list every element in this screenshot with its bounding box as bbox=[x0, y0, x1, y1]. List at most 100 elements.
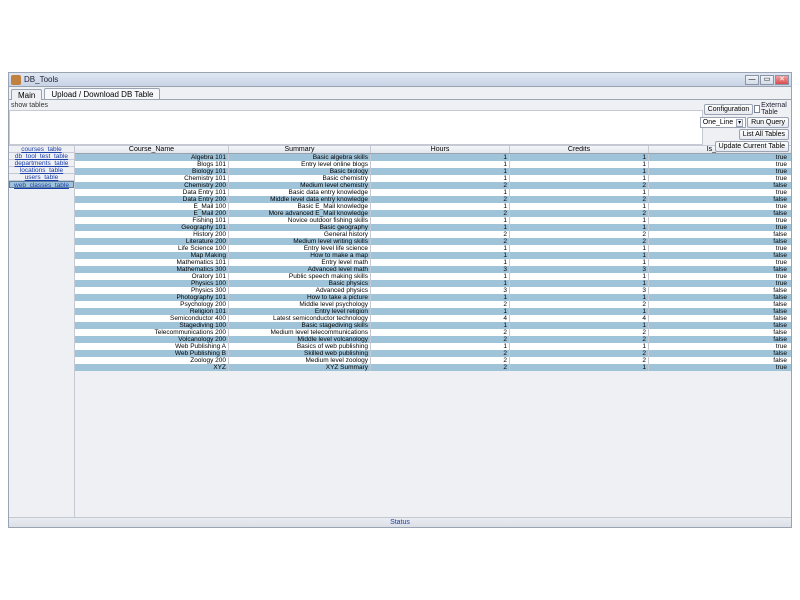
table-row[interactable]: Geography 101Basic geography11true bbox=[75, 224, 791, 231]
cell[interactable]: 2 bbox=[371, 364, 510, 371]
cell[interactable]: 2 bbox=[371, 357, 510, 364]
cell[interactable]: 1 bbox=[371, 168, 510, 175]
cell[interactable]: Medium level writing skills bbox=[229, 238, 371, 245]
cell[interactable]: 1 bbox=[371, 189, 510, 196]
cell[interactable]: 2 bbox=[371, 238, 510, 245]
column-header-Hours[interactable]: Hours bbox=[371, 146, 510, 153]
cell[interactable]: Basic data entry knowledge bbox=[229, 189, 371, 196]
cell[interactable]: Entry level life science bbox=[229, 245, 371, 252]
cell[interactable]: Chemistry 200 bbox=[75, 182, 229, 189]
cell[interactable]: Medium level telecommunications bbox=[229, 329, 371, 336]
cell[interactable]: true bbox=[649, 168, 789, 175]
sidebar-item-users_table[interactable]: users_table bbox=[9, 174, 74, 181]
cell[interactable]: true bbox=[649, 154, 789, 161]
cell[interactable]: 3 bbox=[371, 266, 510, 273]
list-all-tables-button[interactable]: List All Tables bbox=[739, 129, 789, 140]
cell[interactable]: false bbox=[649, 329, 789, 336]
cell[interactable]: Basic biology bbox=[229, 168, 371, 175]
cell[interactable]: Entry level online blogs bbox=[229, 161, 371, 168]
table-row[interactable]: Chemistry 101Basic chemistry11true bbox=[75, 175, 791, 182]
cell[interactable]: 1 bbox=[371, 175, 510, 182]
column-header-Credits[interactable]: Credits bbox=[510, 146, 649, 153]
cell[interactable]: Advanced physics bbox=[229, 287, 371, 294]
cell[interactable]: true bbox=[649, 224, 789, 231]
table-row[interactable]: Psychology 200Middle level psychology22f… bbox=[75, 301, 791, 308]
show-tables-area[interactable] bbox=[9, 110, 703, 145]
cell[interactable]: 2 bbox=[371, 196, 510, 203]
cell[interactable]: 1 bbox=[371, 273, 510, 280]
cell[interactable]: Mathematics 300 bbox=[75, 266, 229, 273]
table-row[interactable]: Physics 300Advanced physics33false bbox=[75, 287, 791, 294]
cell[interactable]: 1 bbox=[510, 308, 649, 315]
cell[interactable]: true bbox=[649, 217, 789, 224]
sidebar-item-web_classes_table[interactable]: web_classes_table bbox=[9, 181, 74, 188]
table-row[interactable]: Fishing 101Novice outdoor fishing skills… bbox=[75, 217, 791, 224]
cell[interactable]: 3 bbox=[371, 287, 510, 294]
cell[interactable]: 1 bbox=[510, 245, 649, 252]
cell[interactable]: Geography 101 bbox=[75, 224, 229, 231]
cell[interactable]: true bbox=[649, 280, 789, 287]
cell[interactable]: false bbox=[649, 301, 789, 308]
cell[interactable]: Entry level religion bbox=[229, 308, 371, 315]
table-row[interactable]: E_Mail 100Basic E_Mail knowledge11true bbox=[75, 203, 791, 210]
table-row[interactable]: Web Publishing ABasics of web publishing… bbox=[75, 343, 791, 350]
table-row[interactable]: Algebra 101Basic algebra skills11true bbox=[75, 154, 791, 161]
table-row[interactable]: Semiconductor 400Latest semiconductor te… bbox=[75, 315, 791, 322]
cell[interactable]: 2 bbox=[510, 350, 649, 357]
cell[interactable]: 2 bbox=[510, 210, 649, 217]
table-row[interactable]: Mathematics 300Advanced level math33fals… bbox=[75, 266, 791, 273]
table-row[interactable]: Mathematics 101Entry level math11true bbox=[75, 259, 791, 266]
table-row[interactable]: History 200General history22false bbox=[75, 231, 791, 238]
cell[interactable]: 1 bbox=[371, 280, 510, 287]
table-row[interactable]: XYZXYZ Summary21true bbox=[75, 364, 791, 371]
cell[interactable]: Map Making bbox=[75, 252, 229, 259]
column-header-Course_Name[interactable]: Course_Name bbox=[75, 146, 229, 153]
cell[interactable]: true bbox=[649, 189, 789, 196]
cell[interactable]: true bbox=[649, 364, 789, 371]
cell[interactable]: 2 bbox=[371, 336, 510, 343]
cell[interactable]: E_Mail 200 bbox=[75, 210, 229, 217]
tab-upload-download-db-table[interactable]: Upload / Download DB Table bbox=[44, 88, 160, 99]
table-row[interactable]: Telecommunications 200Medium level telec… bbox=[75, 329, 791, 336]
cell[interactable]: 1 bbox=[371, 203, 510, 210]
cell[interactable]: Life Science 100 bbox=[75, 245, 229, 252]
cell[interactable]: Telecommunications 200 bbox=[75, 329, 229, 336]
cell[interactable]: 2 bbox=[510, 357, 649, 364]
cell[interactable]: true bbox=[649, 343, 789, 350]
cell[interactable]: true bbox=[649, 245, 789, 252]
table-row[interactable]: Web Publishing BSkilled web publishing22… bbox=[75, 350, 791, 357]
table-row[interactable]: Data Entry 200Middle level data entry kn… bbox=[75, 196, 791, 203]
cell[interactable]: Web Publishing A bbox=[75, 343, 229, 350]
cell[interactable]: Physics 100 bbox=[75, 280, 229, 287]
cell[interactable]: 2 bbox=[510, 336, 649, 343]
cell[interactable]: Basics of web publishing bbox=[229, 343, 371, 350]
cell[interactable]: Physics 300 bbox=[75, 287, 229, 294]
cell[interactable]: 1 bbox=[371, 322, 510, 329]
cell[interactable]: 1 bbox=[371, 245, 510, 252]
table-row[interactable]: Life Science 100Entry level life science… bbox=[75, 245, 791, 252]
cell[interactable]: false bbox=[649, 350, 789, 357]
cell[interactable]: Literature 200 bbox=[75, 238, 229, 245]
update-current-table-button[interactable]: Update Current Table bbox=[715, 141, 789, 152]
cell[interactable]: 1 bbox=[510, 189, 649, 196]
cell[interactable]: Basic chemistry bbox=[229, 175, 371, 182]
cell[interactable]: Basic stagediving skills bbox=[229, 322, 371, 329]
table-row[interactable]: E_Mail 200More advanced E_Mail knowledge… bbox=[75, 210, 791, 217]
configuration-button[interactable]: Configuration bbox=[704, 104, 754, 115]
cell[interactable]: 1 bbox=[371, 294, 510, 301]
cell[interactable]: 2 bbox=[371, 329, 510, 336]
cell[interactable]: 1 bbox=[510, 252, 649, 259]
cell[interactable]: 2 bbox=[371, 350, 510, 357]
cell[interactable]: 1 bbox=[371, 308, 510, 315]
close-button[interactable]: ✕ bbox=[775, 75, 789, 85]
cell[interactable]: 1 bbox=[510, 259, 649, 266]
cell[interactable]: Biology 101 bbox=[75, 168, 229, 175]
cell[interactable]: 1 bbox=[510, 175, 649, 182]
cell[interactable]: Blogs 101 bbox=[75, 161, 229, 168]
cell[interactable]: 1 bbox=[510, 168, 649, 175]
cell[interactable]: Middle level psychology bbox=[229, 301, 371, 308]
cell[interactable]: false bbox=[649, 210, 789, 217]
cell[interactable]: Advanced level math bbox=[229, 266, 371, 273]
cell[interactable]: false bbox=[649, 336, 789, 343]
cell[interactable]: XYZ Summary bbox=[229, 364, 371, 371]
